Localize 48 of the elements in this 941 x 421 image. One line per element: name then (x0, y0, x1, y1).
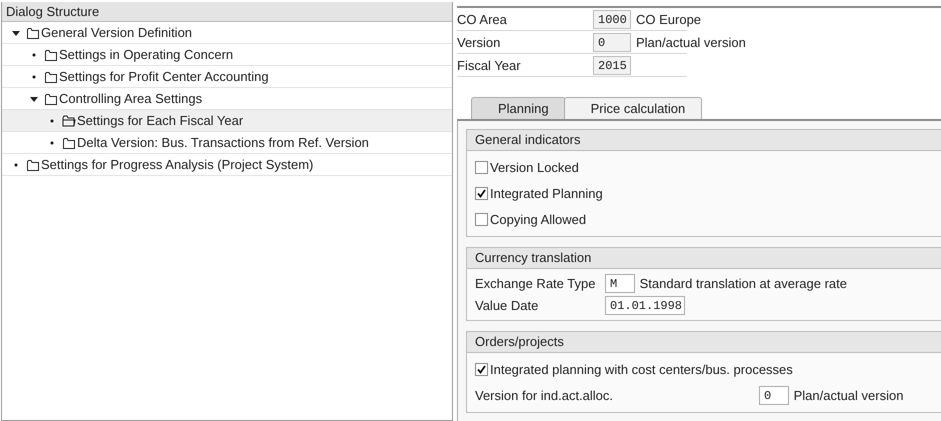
field-description: Plan/actual version (636, 34, 746, 50)
bullet-icon (48, 116, 56, 124)
field-label: Exchange Rate Type (475, 276, 596, 290)
field-description: CO Europe (636, 12, 702, 26)
field-label: Fiscal Year (457, 58, 522, 72)
field-label: Version (457, 34, 502, 50)
tab[interactable]: Price calculation (564, 97, 702, 119)
group-title: General indicators (467, 130, 941, 151)
collapse-triangle-icon (12, 28, 20, 36)
checkbox[interactable]: Integrated Planning (475, 186, 603, 200)
tree-item[interactable]: General Version Definition (2, 22, 452, 44)
field-label: Value Date (475, 298, 540, 312)
folder-icon (26, 26, 40, 38)
tree-item[interactable]: Settings for Profit Center Accounting (2, 66, 452, 88)
field-label: CO Area (457, 12, 508, 26)
folder-icon (26, 158, 40, 170)
collapse-triangle-icon (30, 94, 38, 102)
folder-icon (44, 70, 58, 82)
tree-item[interactable]: Settings in Operating Concern (2, 44, 452, 66)
bullet-icon (12, 160, 20, 168)
group-title: Orders/projects (467, 332, 941, 353)
folder-icon (44, 48, 58, 60)
input-field[interactable]: M (605, 274, 635, 292)
input-field[interactable]: 0 (593, 32, 631, 52)
bullet-icon (30, 50, 38, 58)
field-description: Plan/actual version (794, 388, 904, 402)
open-folder-icon (62, 114, 76, 126)
tree-item[interactable]: Settings for Each Fiscal Year (2, 110, 452, 132)
group-title: Currency translation (467, 248, 941, 269)
input-field[interactable]: 2015 (593, 56, 631, 74)
panel-title: Dialog Structure (2, 2, 452, 22)
tree-item[interactable]: Delta Version: Bus. Transactions from Ref. Version (2, 132, 452, 154)
field-label: Version for ind.act.alloc. (475, 388, 614, 402)
folder-icon (62, 136, 76, 148)
input-field[interactable]: 1000 (593, 10, 631, 28)
folder-icon (44, 92, 58, 104)
input-field[interactable]: 0 (759, 386, 789, 404)
bullet-icon (30, 72, 38, 80)
checkbox[interactable]: Integrated planning with cost centers/bus. processes (475, 362, 793, 376)
bullet-icon (48, 138, 56, 146)
checkbox[interactable]: Copying Allowed (475, 212, 586, 226)
tree-item[interactable]: Settings for Progress Analysis (Project System) (2, 154, 452, 176)
checkbox[interactable]: Version Locked (475, 160, 579, 174)
field-description: Standard translation at average rate (640, 276, 848, 290)
tab[interactable]: Planning (471, 97, 566, 119)
input-field[interactable]: 01.01.1998 (605, 296, 685, 314)
check-icon (476, 364, 487, 374)
check-icon (476, 188, 487, 198)
